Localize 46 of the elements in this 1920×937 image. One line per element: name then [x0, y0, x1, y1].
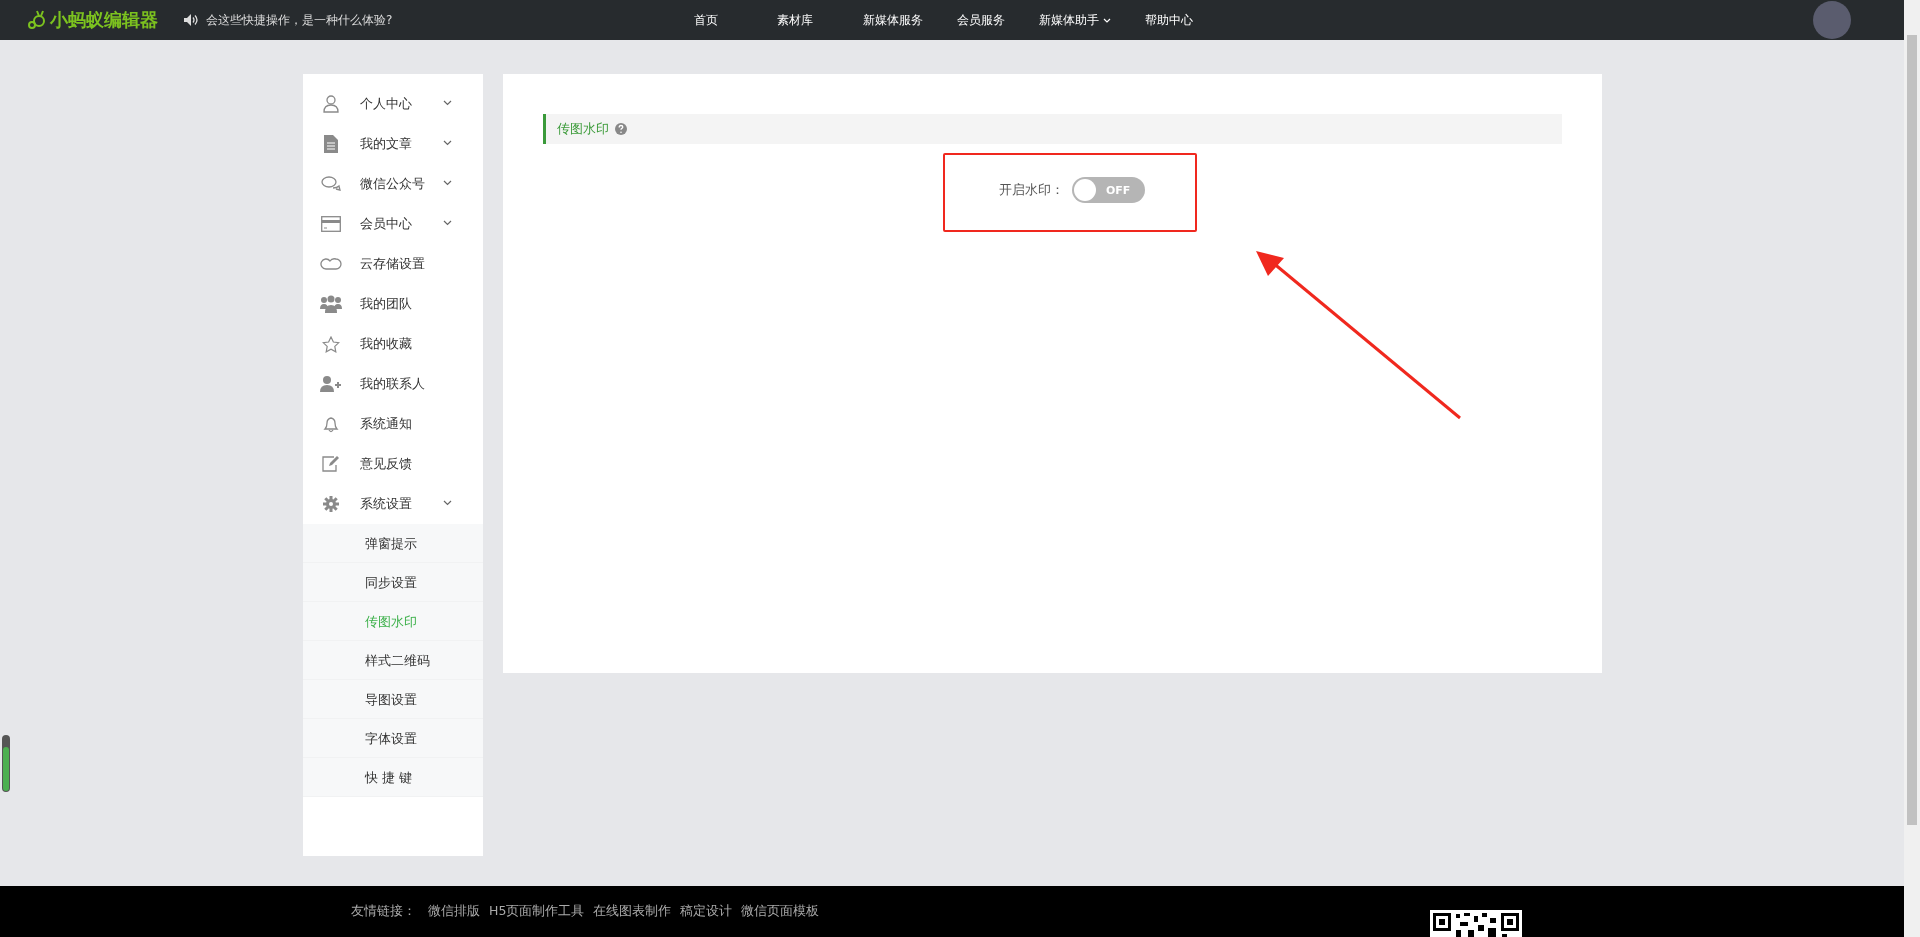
ant-logo-icon: [27, 10, 47, 30]
sidebar-item[interactable]: 我的团队: [302, 284, 483, 324]
star-icon: [319, 335, 342, 353]
sidebar-item[interactable]: 我的文章: [302, 124, 483, 164]
sidebar-item[interactable]: 云存储设置: [302, 244, 483, 284]
cloud-icon: [319, 258, 342, 270]
sidebar-item[interactable]: 意见反馈: [302, 444, 483, 484]
sidebar-item[interactable]: 我的收藏: [302, 324, 483, 364]
nav-link[interactable]: 新媒体服务: [846, 0, 940, 40]
nav-link[interactable]: 素材库: [760, 0, 846, 40]
submenu-item[interactable]: 字体设置: [302, 719, 483, 758]
footer-link[interactable]: 微信排版: [428, 903, 480, 920]
submenu-item[interactable]: 弹窗提示: [302, 524, 483, 563]
footer-link[interactable]: 稿定设计: [680, 903, 733, 920]
nav-link[interactable]: 首页: [680, 0, 760, 40]
footer-link[interactable]: H5页面制作工具: [489, 903, 585, 920]
nav-link[interactable]: 帮助中心: [1128, 0, 1210, 40]
help-icon[interactable]: [614, 123, 627, 135]
nav-link[interactable]: 会员服务: [940, 0, 1022, 40]
submenu-item[interactable]: 快 捷 键: [302, 758, 483, 797]
section-title: 传图水印: [556, 120, 609, 138]
side-handle[interactable]: [2, 735, 10, 792]
sidebar-item[interactable]: 个人中心: [302, 84, 483, 124]
notice-link[interactable]: 会这些快捷操作，是一种什么体验?: [206, 11, 393, 29]
chat-icon: [319, 176, 342, 192]
submenu-item[interactable]: 样式二维码: [302, 641, 483, 680]
submenu-item[interactable]: 同步设置: [302, 563, 483, 602]
footer-link[interactable]: 微信页面模板: [741, 903, 820, 920]
edit-icon: [319, 456, 342, 472]
nav-link[interactable]: 新媒体助手: [1022, 0, 1128, 40]
sidebar-item[interactable]: 会员中心: [302, 204, 483, 244]
watermark-label: 开启水印：: [999, 181, 1064, 199]
submenu-item[interactable]: 导图设置: [302, 680, 483, 719]
scrollbar[interactable]: [1904, 0, 1920, 937]
sidebar-item[interactable]: 系统通知: [302, 404, 483, 444]
speaker-icon: [184, 14, 198, 26]
group-icon: [319, 295, 342, 313]
sidebar-item[interactable]: 我的联系人: [302, 364, 483, 404]
footer-link[interactable]: 在线图表制作: [593, 903, 672, 920]
add-person-icon: [319, 376, 342, 392]
avatar[interactable]: [1813, 1, 1851, 39]
links-label: 友情链接：: [351, 903, 416, 920]
sidebar-item[interactable]: 系统设置: [302, 484, 483, 524]
sidebar-item[interactable]: 微信公众号: [302, 164, 483, 204]
card-icon: [319, 216, 342, 232]
logo-text[interactable]: 小蚂蚁编辑器: [50, 8, 158, 32]
